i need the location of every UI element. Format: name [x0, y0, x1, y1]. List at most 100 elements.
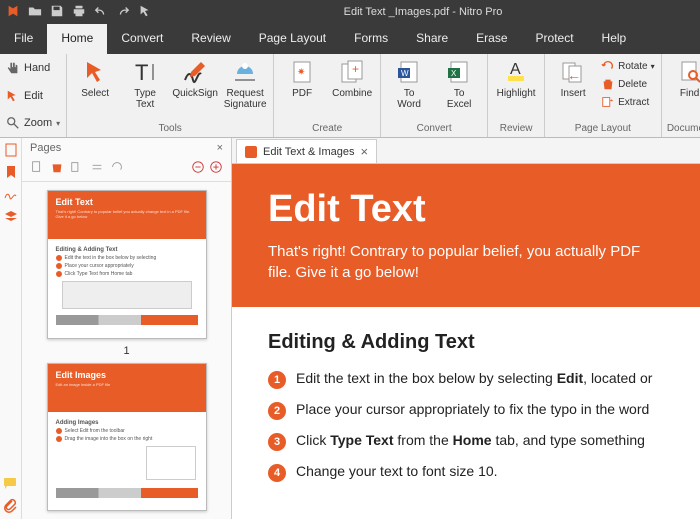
open-icon[interactable] — [28, 4, 42, 21]
svg-text:X: X — [451, 69, 457, 78]
delete-button[interactable]: Delete — [599, 76, 656, 92]
group-label-convert: Convert — [385, 123, 483, 135]
pages-rotate-icon[interactable] — [110, 160, 124, 179]
menu-review[interactable]: Review — [177, 24, 244, 54]
menu-file[interactable]: File — [0, 24, 47, 54]
quick-access-toolbar — [6, 4, 152, 21]
delete-icon — [601, 77, 615, 91]
combine-icon: + — [338, 58, 366, 86]
pointer-mode-icon[interactable] — [138, 4, 152, 21]
document-area: Edit Text & Images × Edit Text That's ri… — [232, 138, 700, 519]
page-content: Editing & Adding Text 1Edit the text in … — [232, 307, 700, 518]
page-heading: Edit Text — [268, 188, 664, 231]
word-icon: W — [395, 58, 423, 86]
undo-icon[interactable] — [94, 4, 108, 21]
zoom-tool[interactable]: Zoom▾ — [0, 109, 66, 137]
app-icon — [6, 4, 20, 21]
hand-tool[interactable]: Hand — [0, 54, 66, 82]
to-excel-button[interactable]: XTo Excel — [435, 56, 483, 112]
document-tab-bar: Edit Text & Images × — [232, 138, 700, 164]
extract-button[interactable]: Extract — [599, 94, 656, 110]
svg-text:←: ← — [567, 67, 581, 83]
svg-text:✷: ✷ — [297, 67, 305, 78]
redo-icon[interactable] — [116, 4, 130, 21]
step-1: 1Edit the text in the box below by selec… — [268, 370, 664, 389]
step-3: 3Click Type Text from the Home tab, and … — [268, 432, 664, 451]
highlight-icon: A — [502, 58, 530, 86]
bookmarks-icon[interactable] — [3, 164, 19, 180]
menu-home[interactable]: Home — [47, 24, 107, 54]
group-label-pagelayout: Page Layout — [549, 123, 656, 135]
pages-new-icon[interactable] — [30, 160, 44, 179]
menu-page-layout[interactable]: Page Layout — [245, 24, 340, 54]
pages-panel-close[interactable]: × — [217, 142, 223, 154]
ribbon-group-convert: WTo Word XTo Excel Convert — [381, 54, 488, 137]
print-icon[interactable] — [72, 4, 86, 21]
pages-panel-title: Pages — [30, 142, 61, 154]
ribbon-group-review: AHighlight Review — [488, 54, 545, 137]
ribbon-group-pagelayout: ←Insert Rotate▾ Delete Extract Page Layo… — [545, 54, 661, 137]
window-title: Edit Text _Images.pdf - Nitro Pro — [152, 6, 694, 18]
signatures-icon[interactable] — [3, 186, 19, 202]
comments-icon[interactable] — [2, 475, 18, 491]
menu-bar: File Home Convert Review Page Layout For… — [0, 24, 700, 54]
quicksign-button[interactable]: QuickSign — [171, 56, 219, 112]
pages-extract-icon[interactable] — [70, 160, 84, 179]
titlebar: Edit Text _Images.pdf - Nitro Pro — [0, 0, 700, 24]
insert-icon: ← — [559, 58, 587, 86]
work-area: Pages × Edit TextThat's right! Contrary … — [0, 138, 700, 519]
page-number-1: 1 — [123, 345, 129, 357]
find-button[interactable]: Find — [666, 56, 700, 112]
pages-panel: Pages × Edit TextThat's right! Contrary … — [22, 138, 232, 519]
tab-close-icon[interactable]: × — [361, 144, 369, 159]
group-label-create: Create — [278, 123, 376, 135]
highlight-button[interactable]: AHighlight — [492, 56, 540, 112]
find-icon — [676, 58, 700, 86]
zoom-label: Zoom — [24, 117, 52, 129]
pdf-button[interactable]: ✷PDF — [278, 56, 326, 112]
pages-toolbar — [22, 158, 231, 182]
document-tab[interactable]: Edit Text & Images × — [236, 139, 377, 163]
document-page[interactable]: Edit Text That's right! Contrary to popu… — [232, 164, 700, 518]
group-label-review: Review — [492, 123, 540, 135]
svg-text:T: T — [135, 60, 148, 85]
select-icon — [81, 58, 109, 86]
thumbnails[interactable]: Edit TextThat's right! Contrary to popul… — [22, 182, 231, 519]
step-4: 4Change your text to font size 10. — [268, 463, 664, 482]
to-word-button[interactable]: WTo Word — [385, 56, 433, 112]
rotate-button[interactable]: Rotate▾ — [599, 58, 656, 74]
menu-convert[interactable]: Convert — [107, 24, 177, 54]
page-thumbnail-2[interactable]: Edit ImagesEdit an image inside a PDF fi… — [47, 363, 207, 512]
ribbon-mode-stack: Hand Edit Zoom▾ — [0, 54, 67, 137]
layers-icon[interactable] — [3, 208, 19, 224]
select-button[interactable]: Select — [71, 56, 119, 112]
type-text-icon: T — [131, 58, 159, 86]
menu-share[interactable]: Share — [402, 24, 462, 54]
tab-label: Edit Text & Images — [263, 146, 355, 158]
menu-erase[interactable]: Erase — [462, 24, 521, 54]
menu-help[interactable]: Help — [588, 24, 641, 54]
page-thumbnail-1[interactable]: Edit TextThat's right! Contrary to popul… — [47, 190, 207, 339]
pages-delete-icon[interactable] — [50, 160, 64, 179]
quicksign-icon — [181, 58, 209, 86]
type-text-button[interactable]: TType Text — [121, 56, 169, 112]
edit-tool[interactable]: Edit — [0, 82, 66, 110]
pages-zoom-out[interactable] — [191, 160, 205, 179]
combine-button[interactable]: +Combine — [328, 56, 376, 112]
attachments-icon[interactable] — [2, 497, 18, 513]
pages-panel-icon[interactable] — [3, 142, 19, 158]
left-rail — [0, 138, 22, 519]
pages-zoom-in[interactable] — [209, 160, 223, 179]
menu-protect[interactable]: Protect — [522, 24, 588, 54]
save-icon[interactable] — [50, 4, 64, 21]
insert-button[interactable]: ←Insert — [549, 56, 597, 112]
request-signature-icon — [231, 58, 259, 86]
edit-label: Edit — [24, 90, 43, 102]
group-label-tools: Tools — [71, 123, 269, 135]
request-signature-button[interactable]: Request Signature — [221, 56, 269, 112]
bottom-left-icons — [2, 475, 18, 513]
pdf-icon: ✷ — [288, 58, 316, 86]
step-2: 2Place your cursor appropriately to fix … — [268, 401, 664, 420]
pages-replace-icon[interactable] — [90, 160, 104, 179]
menu-forms[interactable]: Forms — [340, 24, 402, 54]
